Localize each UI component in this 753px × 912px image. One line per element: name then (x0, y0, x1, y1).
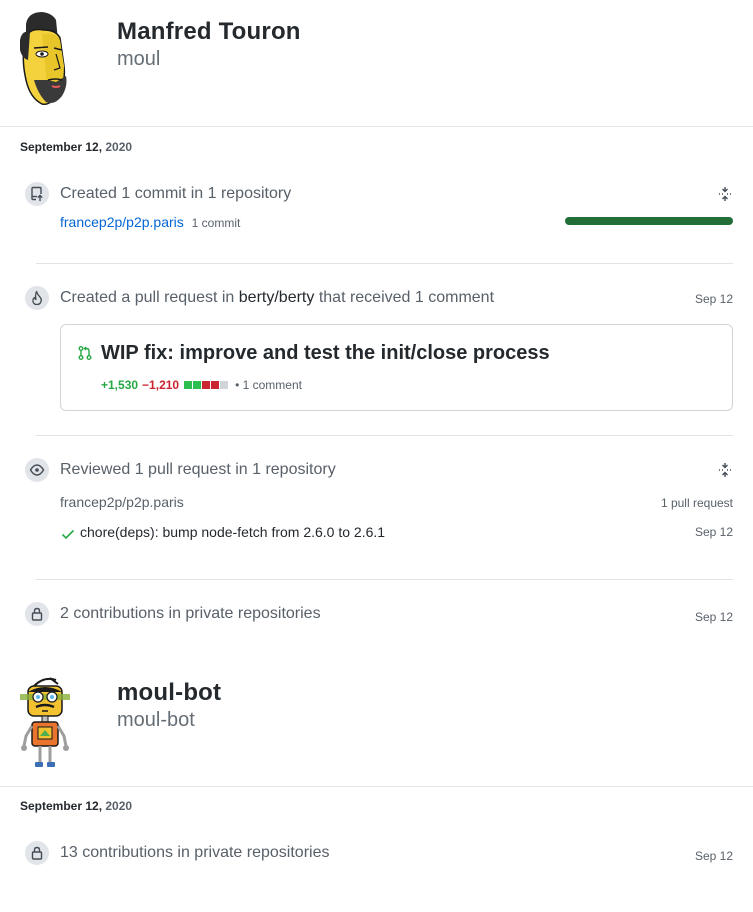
pr-stats: +1,530 −1,210 • 1 comment (101, 378, 302, 392)
pr-comments[interactable]: • 1 comment (235, 378, 302, 392)
pr-date: Sep 12 (694, 292, 733, 306)
review-pr-link[interactable]: chore(deps): bump node-fetch from 2.6.0 … (80, 524, 385, 540)
profile-login: moul (117, 48, 161, 70)
commits-title: Created 1 commit in 1 repository (60, 185, 292, 202)
reviews-repo-link[interactable]: francep2p/p2p.paris (60, 494, 184, 510)
profile-login: moul-bot (117, 709, 195, 731)
date-month-day: September 12, (20, 140, 103, 154)
date-month-day: September 12, (20, 799, 103, 813)
diffstat-block (211, 381, 220, 389)
commits-repo-link[interactable]: francep2p/p2p.paris 1 commit (60, 214, 240, 230)
fold-icon[interactable] (717, 462, 733, 478)
pr-deletions: −1,210 (142, 378, 180, 392)
lock-icon (23, 839, 51, 867)
commits-progress-bar (565, 217, 733, 225)
private-contributions-date: Sep 12 (694, 849, 733, 863)
check-icon (61, 529, 75, 540)
repo-push-icon (23, 180, 51, 208)
private-contributions-text: 2 contributions in private repositories (60, 605, 321, 622)
profile-name[interactable]: moul-bot (117, 679, 221, 707)
diffstat-block (193, 381, 202, 389)
pull-request-icon (78, 346, 92, 360)
divider (36, 263, 733, 264)
pull-request-title: Created a pull request in berty/berty th… (60, 289, 494, 307)
commits-count: 1 commit (191, 216, 241, 230)
profile-moul-bot: moul-bot moul-bot September 12, 2020 13 … (0, 660, 753, 867)
pr-title-suffix: that received 1 comment (314, 289, 495, 306)
private-contributions-text: 13 contributions in private repositories (60, 844, 330, 861)
avatar[interactable] (12, 10, 78, 110)
reviews-title: Reviewed 1 pull request in 1 repository (60, 461, 336, 478)
diffstat-block (184, 381, 193, 389)
pr-title-prefix: Created a pull request in (60, 289, 239, 306)
review-date: Sep 12 (694, 525, 733, 539)
pr-repo-link[interactable]: berty/berty (239, 289, 315, 306)
avatar[interactable] (14, 674, 76, 770)
divider (36, 435, 733, 436)
date-year: 2020 (102, 140, 133, 154)
flame-icon (23, 284, 51, 312)
reviews-count: 1 pull request (660, 496, 733, 510)
pr-additions: +1,530 (101, 378, 139, 392)
profile-header: moul-bot moul-bot (0, 660, 753, 787)
divider (36, 579, 733, 580)
pr-card: WIP fix: improve and test the init/close… (60, 324, 733, 411)
private-contributions-date: Sep 12 (694, 610, 733, 624)
review-row: chore(deps): bump node-fetch from 2.6.0 … (60, 524, 733, 544)
commits-repo-name[interactable]: francep2p/p2p.paris (60, 214, 184, 230)
pr-card-title[interactable]: WIP fix: improve and test the init/close… (101, 342, 550, 365)
timeline-date: September 12, 2020 (20, 140, 132, 154)
lock-icon (23, 600, 51, 628)
eye-icon (23, 456, 51, 484)
diffstat-block (202, 381, 211, 389)
date-year: 2020 (102, 799, 133, 813)
pr-diffstat (184, 381, 229, 389)
profile-moul: Manfred Touron moul September 12, 2020 C… (0, 0, 753, 628)
fold-icon[interactable] (717, 186, 733, 202)
profile-name[interactable]: Manfred Touron (117, 18, 301, 46)
diffstat-block (220, 381, 229, 389)
timeline-date: September 12, 2020 (20, 799, 132, 813)
profile-header: Manfred Touron moul (0, 0, 753, 127)
